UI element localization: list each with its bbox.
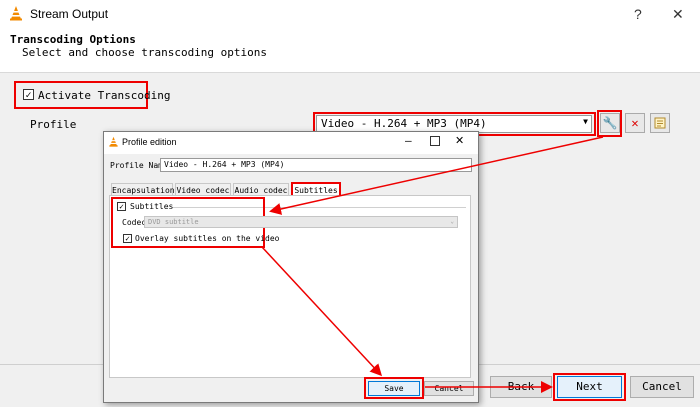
arrow-subtitles-to-save [261, 246, 383, 377]
annotation-arrows [261, 136, 604, 393]
arrow-wrench-to-subtitles [269, 136, 604, 215]
